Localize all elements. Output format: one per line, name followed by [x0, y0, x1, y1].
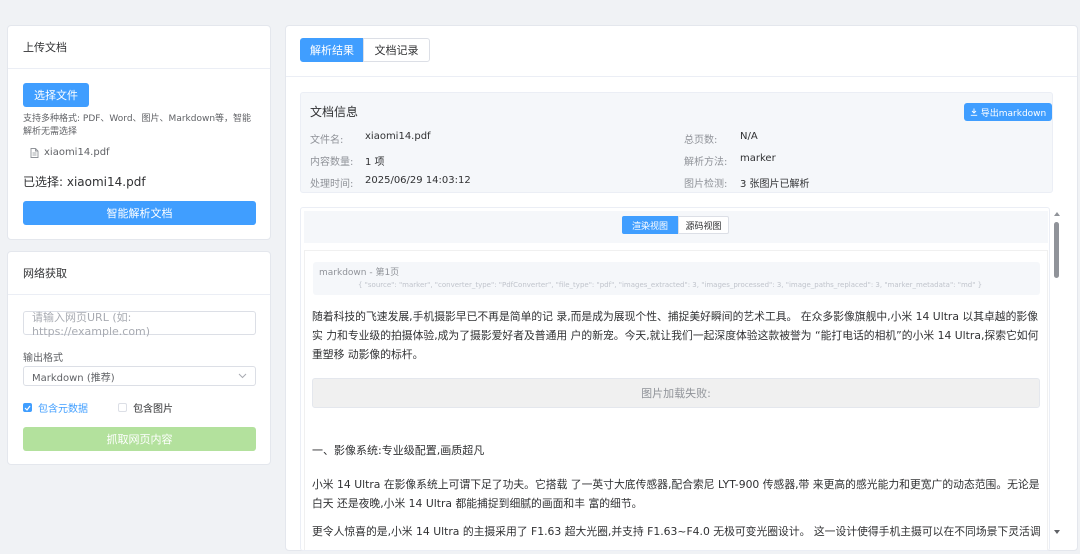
content-heading-1: 一、影像系统:专业级配置,画质超凡: [312, 444, 485, 457]
output-format-value: Markdown (推荐): [32, 372, 115, 384]
tab-document-records[interactable]: 文档记录: [363, 38, 430, 62]
document-icon: [30, 147, 39, 158]
include-metadata-checkbox[interactable]: 包含元数据: [23, 400, 88, 415]
info-label-image-detection: 图片检测:: [684, 179, 728, 190]
content-paragraph-1: 随着科技的飞速发展,手机摄影早已不再是简单的记 录,而是成为展现个性、捕捉美好瞬…: [312, 310, 1039, 361]
checkbox-checked-icon: [23, 403, 32, 412]
info-value-content-count: 1 项: [365, 157, 385, 168]
content-paragraph-3-clip: 更令人惊喜的是,小米 14 Ultra 的主摄采用了 F1.63 超大光圈,并支…: [312, 525, 1040, 538]
selected-file-text: 已选择: xiaomi14.pdf: [23, 175, 146, 189]
scroll-up-arrow-icon: [1054, 212, 1060, 216]
uploaded-file-name: xiaomi14.pdf: [44, 147, 110, 158]
fetch-webpage-button[interactable]: 抓取网页内容: [23, 427, 256, 451]
content-section-label: markdown - 第1页: [319, 268, 400, 278]
output-format-select[interactable]: Markdown (推荐): [23, 366, 256, 386]
info-label-content-count: 内容数量:: [310, 157, 354, 168]
content-paragraph-3: 更令人惊喜的是,小米 14 Ultra 的主摄采用了 F1.63 超大光圈,并支…: [312, 525, 1040, 538]
include-images-checkbox[interactable]: 包含图片: [118, 400, 173, 415]
info-value-filename: xiaomi14.pdf: [365, 131, 431, 142]
smart-parse-button[interactable]: 智能解析文档: [23, 201, 256, 225]
document-info-title: 文档信息: [310, 105, 359, 119]
upload-card-title: 上传文档: [8, 26, 270, 69]
content-meta-json: { "source": "marker", "converter_type": …: [358, 281, 983, 289]
url-input[interactable]: 请输入网页URL (如: https://example.com): [23, 311, 256, 338]
choose-file-button[interactable]: 选择文件: [23, 83, 89, 107]
chevron-down-icon: [238, 373, 247, 379]
download-icon: [970, 108, 977, 116]
scrollbar-thumb[interactable]: [1054, 222, 1059, 278]
output-format-label: 输出格式: [23, 353, 63, 364]
view-source-button[interactable]: 源码视图: [678, 216, 729, 234]
view-render-button[interactable]: 渲染视图: [622, 216, 678, 234]
image-load-failed-text: 图片加载失败:: [641, 387, 711, 400]
info-value-image-detection: 3 张图片已解析: [740, 179, 810, 190]
info-label-process-time: 处理时间:: [310, 179, 354, 190]
content-paragraph-2: 小米 14 Ultra 在影像系统上可谓下足了功夫。它搭载 了一英寸大底传感器,…: [312, 478, 1040, 510]
web-fetch-card-title: 网络获取: [8, 252, 270, 295]
info-label-total-pages: 总页数:: [684, 135, 718, 146]
include-metadata-label: 包含元数据: [38, 404, 88, 415]
info-value-process-time: 2025/06/29 14:03:12: [365, 175, 471, 186]
export-markdown-button[interactable]: 导出markdown: [964, 103, 1052, 121]
info-value-parse-method: marker: [740, 153, 776, 164]
checkbox-empty-icon: [118, 403, 127, 412]
web-fetch-card: 网络获取 请输入网页URL (如: https://example.com) 输…: [7, 251, 271, 465]
export-markdown-label: 导出markdown: [980, 108, 1047, 119]
include-images-label: 包含图片: [133, 404, 173, 415]
upload-format-hint: 支持多种格式: PDF、Word、图片、Markdown等，智能解析无需选择: [23, 114, 252, 137]
uploaded-file-item[interactable]: xiaomi14.pdf: [30, 147, 110, 158]
image-load-failed-box: 图片加载失败:: [312, 378, 1040, 408]
scroll-down-arrow-icon: [1054, 530, 1060, 534]
content-meta-header: [313, 262, 1040, 295]
content-scrollbar[interactable]: [1052, 208, 1062, 544]
info-value-total-pages: N/A: [740, 131, 758, 142]
info-label-parse-method: 解析方法:: [684, 157, 728, 168]
info-label-filename: 文件名:: [310, 135, 344, 146]
tab-parse-results[interactable]: 解析结果: [300, 38, 364, 62]
upload-card: 上传文档 选择文件 支持多种格式: PDF、Word、图片、Markdown等，…: [7, 25, 271, 240]
